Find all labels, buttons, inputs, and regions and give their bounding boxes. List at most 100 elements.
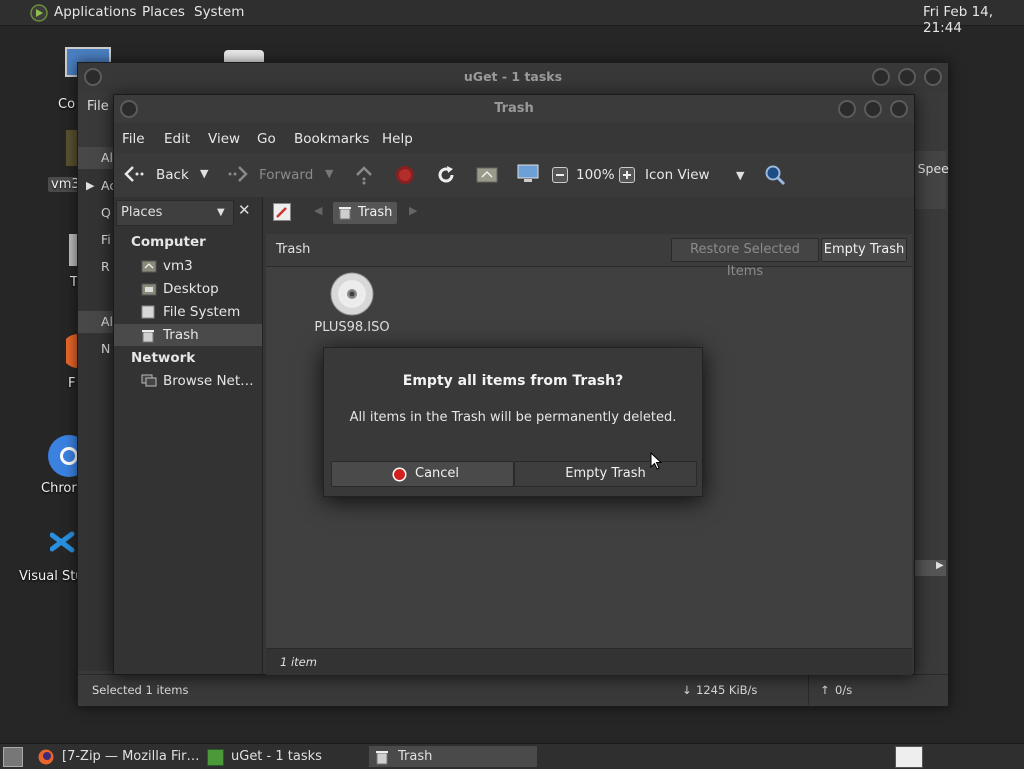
uget-titlebar[interactable]: uGet - 1 tasks <box>78 63 948 91</box>
expand-arrow-icon[interactable]: ▶ <box>86 179 94 192</box>
menubar: File Edit View Go Bookmarks Help <box>114 123 914 153</box>
disc-image-icon <box>330 272 374 320</box>
scroll-right-arrow-icon[interactable]: ▶ <box>936 560 944 571</box>
uget-category-finished[interactable]: Fi <box>101 232 111 247</box>
trash-icon <box>338 206 352 224</box>
uget-category-recycled[interactable]: R <box>101 259 110 274</box>
task-trash[interactable]: Trash <box>369 746 537 767</box>
uget-minimize-button[interactable] <box>872 68 890 86</box>
trash-info-bar: Trash Restore Selected Items Empty Trash <box>266 234 912 279</box>
sidebar: Places ▼ ✕ Computer vm3 Desktop File Sys… <box>114 197 263 674</box>
task-firefox[interactable]: [7-Zip — Mozilla Fir… <box>32 746 202 767</box>
up-arrow-icon[interactable] <box>354 165 374 189</box>
places-menu[interactable]: Places <box>142 4 185 20</box>
computer-toolbar-icon[interactable] <box>516 164 540 188</box>
trash-window-menu-button[interactable] <box>120 100 138 118</box>
uget-menu-file[interactable]: File <box>87 99 109 114</box>
top-panel: Applications Places System Fri Feb 14, 2… <box>0 0 1024 36</box>
confirm-empty-trash-button[interactable]: Empty Trash <box>514 461 697 487</box>
trash-title: Trash <box>494 101 534 116</box>
cancel-button[interactable]: Cancel <box>331 461 514 487</box>
menu-view[interactable]: View <box>208 131 240 147</box>
sidebar-item-file-system[interactable]: File System <box>163 301 240 323</box>
trash-close-button[interactable] <box>890 100 908 118</box>
menu-edit[interactable]: Edit <box>164 131 190 147</box>
menu-help[interactable]: Help <box>382 131 413 147</box>
uget-close-button[interactable] <box>924 68 942 86</box>
uget-category-all[interactable]: Al <box>78 147 114 169</box>
applications-menu[interactable]: Applications <box>54 4 136 20</box>
trash-icon <box>374 749 390 769</box>
forward-button[interactable]: Forward <box>259 167 313 183</box>
dropdown-arrow-icon: ▼ <box>217 207 225 218</box>
task-uget[interactable]: uGet - 1 tasks <box>202 746 366 767</box>
menu-go[interactable]: Go <box>257 131 276 147</box>
empty-trash-dialog: Empty all items from Trash? All items in… <box>323 347 703 497</box>
uget-window-menu-button[interactable] <box>84 68 102 86</box>
path-scroll-right-icon[interactable]: ▶ <box>409 204 417 217</box>
uget-category-all-2[interactable]: Al <box>78 311 114 333</box>
cancel-icon <box>392 467 407 486</box>
search-icon[interactable] <box>764 164 786 190</box>
forward-history-chevron-icon[interactable]: ▼ <box>325 167 333 180</box>
trash-minimize-button[interactable] <box>838 100 856 118</box>
sidebar-heading-computer: Computer <box>131 234 206 250</box>
restore-selected-button[interactable]: Restore Selected Items <box>671 238 819 279</box>
uget-category-new[interactable]: N <box>101 341 110 356</box>
drive-icon <box>141 305 155 323</box>
bottom-panel: [7-Zip — Mozilla Fir… uGet - 1 tasks Tra… <box>0 743 1024 769</box>
edit-location-icon[interactable] <box>273 203 291 221</box>
uget-maximize-button[interactable] <box>898 68 916 86</box>
sidebar-item-trash[interactable]: Trash <box>114 324 262 346</box>
uget-category-panel <box>78 147 114 671</box>
trash-maximize-button[interactable] <box>864 100 882 118</box>
zoom-out-icon[interactable] <box>552 167 568 183</box>
vscode-icon[interactable] <box>49 528 78 560</box>
item-count: 1 item <box>280 655 317 669</box>
uget-hscrollbar[interactable]: ▶ <box>914 560 946 576</box>
trash-statusbar: 1 item <box>266 648 912 675</box>
uget-upload-speed: 0/s <box>835 683 853 697</box>
sidebar-heading-network: Network <box>131 350 196 366</box>
sidebar-item-browse-network[interactable]: Browse Net… <box>163 370 254 392</box>
desktop-label-vscode[interactable]: Visual Stu <box>19 569 84 584</box>
desktop-label-chromium[interactable]: Chror <box>41 481 77 496</box>
path-scroll-left-icon[interactable]: ◀ <box>314 204 322 217</box>
menu-file[interactable]: File <box>122 131 145 147</box>
stop-icon[interactable] <box>395 165 415 189</box>
desktop-label-firefox[interactable]: F <box>68 376 75 391</box>
file-name: PLUS98.ISO <box>314 320 390 335</box>
sidebar-item-vm3[interactable]: vm3 <box>163 255 193 277</box>
clock[interactable]: Fri Feb 14, 21:44 <box>923 4 1024 36</box>
places-selector[interactable]: Places ▼ <box>116 200 234 226</box>
sidebar-item-desktop[interactable]: Desktop <box>163 278 219 300</box>
back-arrow-icon[interactable] <box>123 165 145 187</box>
menu-bookmarks[interactable]: Bookmarks <box>294 131 369 147</box>
status-divider <box>808 675 809 705</box>
back-button[interactable]: Back <box>156 167 189 183</box>
mouse-cursor-icon <box>650 451 663 474</box>
trash-titlebar[interactable]: Trash <box>114 95 914 123</box>
close-sidebar-icon[interactable]: ✕ <box>238 201 251 219</box>
workspace-switcher[interactable] <box>895 746 923 768</box>
forward-arrow-icon <box>227 165 249 187</box>
network-icon <box>141 374 157 392</box>
show-desktop-icon[interactable] <box>3 747 23 767</box>
toolbar: Back ▼ Forward ▼ 100% Icon View ▼ <box>114 153 914 197</box>
mate-logo-icon[interactable] <box>30 4 48 26</box>
uget-category-queuing[interactable]: Q <box>101 205 111 220</box>
back-history-chevron-icon[interactable]: ▼ <box>200 167 208 180</box>
desktop-label-computer[interactable]: Co <box>58 97 75 112</box>
system-menu[interactable]: System <box>194 4 244 20</box>
empty-trash-button[interactable]: Empty Trash <box>821 238 907 262</box>
dialog-title: Empty all items from Trash? <box>402 373 624 389</box>
home-folder-icon[interactable] <box>476 165 498 187</box>
reload-icon[interactable] <box>435 164 457 190</box>
view-mode-select[interactable]: Icon View ▼ <box>639 161 754 189</box>
uget-icon <box>207 749 224 766</box>
file-item-plus98[interactable]: PLUS98.ISO <box>304 272 400 342</box>
uget-download-speed: 1245 KiB/s <box>696 683 758 697</box>
upload-arrow-icon: ↑ <box>820 683 830 697</box>
path-button-trash[interactable]: Trash <box>333 202 397 224</box>
zoom-in-icon[interactable] <box>619 167 635 183</box>
